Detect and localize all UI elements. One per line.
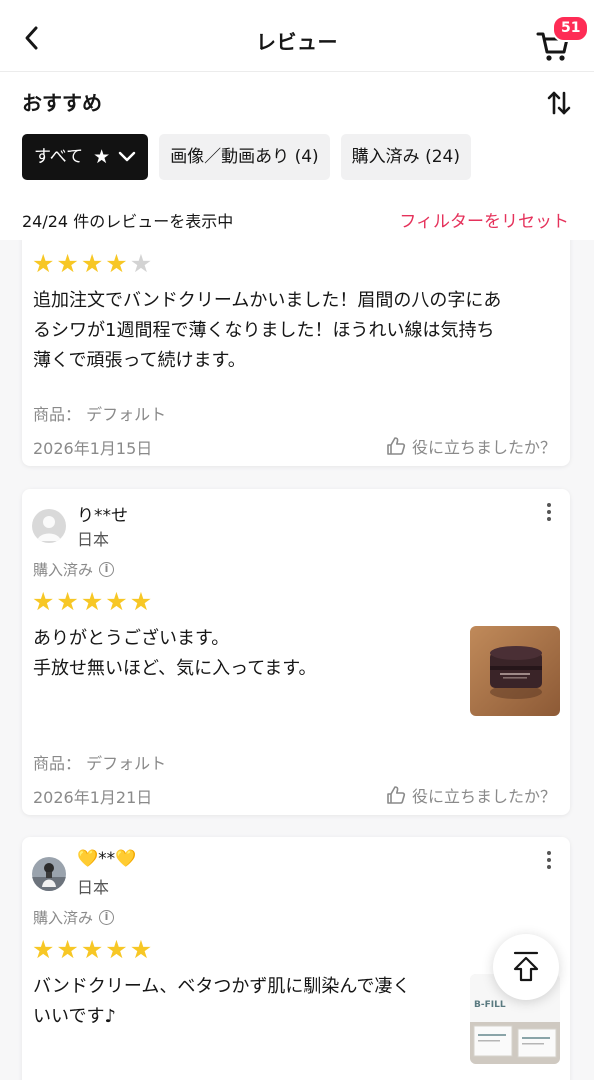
star-icon: ★ (56, 587, 79, 616)
product-variant: 商品： デフォルト (33, 754, 167, 773)
review-date: 2026年1月21日 (33, 788, 153, 807)
review-text-line: 手放せ無いほど、気に入ってます。 (33, 658, 317, 679)
star-icon: ★ (80, 249, 104, 278)
star-icon: ★ (56, 249, 79, 278)
product-jar-image (470, 626, 560, 716)
product-variant: 商品： デフォルト (33, 405, 167, 424)
helpful-label: 役に立ちましたか？ (411, 438, 556, 457)
review-card: り**せ 日本 購入済み i ★ ★ ★ ★ ★ ありがとうございます。 手放せ… (22, 489, 570, 815)
arrow-up-to-top-icon (513, 951, 539, 982)
review-date: 2026年1月15日 (33, 439, 153, 458)
star-icon: ★ (129, 935, 153, 964)
info-icon[interactable]: i (99, 562, 115, 577)
reviewer-name: 💛**💛 (77, 849, 137, 869)
review-text-line: バンドクリーム、ベタつかず肌に馴染んで凄く (33, 976, 411, 997)
info-icon[interactable]: i (99, 910, 115, 925)
chevron-down-icon (118, 151, 136, 162)
filter-chip-media[interactable]: 画像／動画あり (4) (159, 134, 330, 180)
review-photo-thumbnail[interactable] (470, 626, 560, 716)
review-text-line: 薄くで頑張って続けます。 (33, 350, 246, 371)
star-icon: ★ (32, 587, 55, 616)
review-text: ありがとうございます。 手放せ無いほど、気に入ってます。 (33, 624, 453, 684)
star-icon: ★ (32, 249, 55, 278)
reviewer-country: 日本 (77, 530, 110, 549)
more-options-icon[interactable] (542, 501, 556, 523)
sort-row: おすすめ (22, 88, 572, 120)
top-bar: レビュー 51 (0, 0, 594, 72)
filter-chip-purchased[interactable]: 購入済み (24) (340, 134, 471, 180)
review-count-text: 24/24 件のレビューを表示中 (22, 212, 234, 231)
user-photo-avatar (32, 857, 66, 891)
thumbs-up-icon (387, 786, 406, 804)
star-icon: ★ (105, 935, 128, 964)
star-empty-icon: ★ (129, 249, 153, 278)
filter-chip-label: 画像／動画あり (4) (170, 147, 319, 167)
avatar (32, 509, 66, 543)
star-rating: ★ ★ ★ ★ ★ (32, 589, 152, 615)
sort-icon[interactable] (546, 90, 572, 116)
reset-filter-link[interactable]: フィルターをリセット (399, 208, 569, 236)
reviewer-country: 日本 (77, 878, 110, 897)
page-title: レビュー (256, 30, 338, 54)
star-icon: ★ (105, 249, 128, 278)
star-rating: ★ ★ ★ ★ ★ (32, 251, 152, 277)
star-icon: ★ (32, 935, 55, 964)
purchased-badge: 購入済み i (33, 907, 115, 928)
cart-button[interactable]: 51 (536, 15, 590, 62)
review-text: 追加注文でバンドクリームかいました！眉間の八の字にあ るシワが1週間程で薄くなり… (33, 286, 563, 376)
filter-chip-label: 購入済み (24) (351, 147, 460, 167)
review-text: バンドクリーム、ベタつかず肌に馴染んで凄く いいです♪ (33, 972, 463, 1032)
purchased-label: 購入済み (33, 561, 94, 579)
review-card: ★ ★ ★ ★ ★ 追加注文でバンドクリームかいました！眉間の八の字にあ るシワ… (22, 240, 570, 466)
star-icon: ★ (80, 587, 104, 616)
review-text-line: るシワが1週間程で薄くなりました！ほうれい線は気持ち (33, 320, 495, 341)
review-text-line: ありがとうございます。 (33, 628, 230, 649)
star-icon: ★ (56, 935, 79, 964)
review-text-line: 追加注文でバンドクリームかいました！眉間の八の字にあ (33, 290, 502, 311)
thumbnail-brand-text: B-FILL (474, 1000, 506, 1010)
review-text-line: いいです♪ (33, 1006, 116, 1027)
back-to-top-button[interactable] (493, 934, 559, 1000)
review-card: 💛**💛 日本 購入済み i ★ ★ ★ ★ ★ バンドクリーム、ベタつかず肌に… (22, 837, 570, 1080)
star-rating: ★ ★ ★ ★ ★ (32, 937, 152, 963)
helpful-label: 役に立ちましたか？ (411, 787, 556, 806)
cart-count-badge: 51 (552, 15, 590, 42)
purchased-label: 購入済み (33, 909, 94, 927)
star-icon: ★ (129, 587, 153, 616)
helpful-button[interactable]: 役に立ちましたか？ (386, 434, 556, 458)
star-icon: ★ (80, 935, 104, 964)
helpful-button[interactable]: 役に立ちましたか？ (386, 783, 556, 807)
star-icon: ★ (93, 146, 111, 168)
star-icon: ★ (105, 587, 128, 616)
more-options-icon[interactable] (542, 849, 556, 871)
filter-chip-all[interactable]: すべて ★ (22, 134, 149, 180)
avatar (32, 857, 66, 891)
review-count-row: 24/24 件のレビューを表示中 フィルターをリセット (22, 208, 569, 236)
sort-label[interactable]: おすすめ (22, 91, 102, 115)
default-avatar-icon (37, 516, 61, 541)
reviewer-name: り**せ (77, 506, 128, 526)
purchased-badge: 購入済み i (33, 559, 115, 580)
filter-chip-label: すべて (34, 147, 84, 167)
filter-chips: すべて ★ 画像／動画あり (4) 購入済み (24) (22, 134, 471, 180)
thumbs-up-icon (387, 437, 406, 455)
